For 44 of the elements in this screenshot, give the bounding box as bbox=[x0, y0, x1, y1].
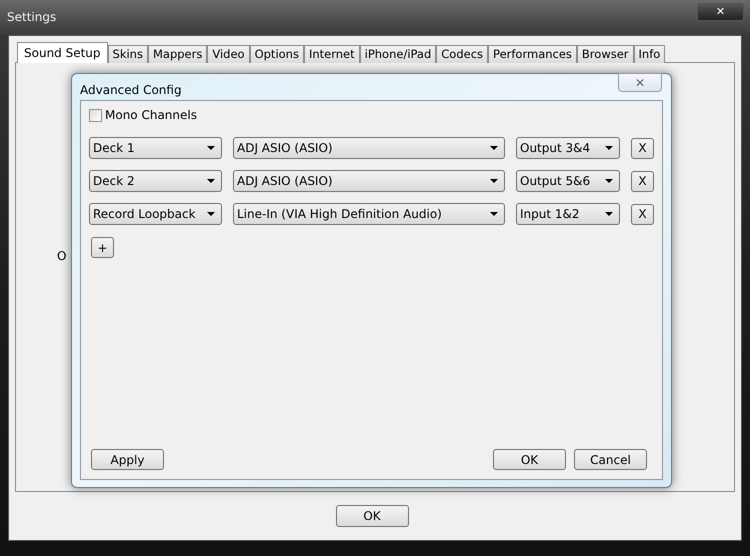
caret-icon bbox=[207, 179, 215, 183]
tab[interactable]: Info bbox=[634, 45, 666, 63]
checkbox-label: Mono Channels bbox=[105, 107, 197, 124]
caret-icon bbox=[605, 179, 613, 183]
caret-icon bbox=[490, 212, 498, 216]
tab[interactable]: Mappers bbox=[148, 45, 208, 63]
device-dropdown[interactable]: ADJ ASIO (ASIO) bbox=[233, 170, 505, 192]
tab[interactable]: Internet bbox=[304, 45, 360, 63]
tab[interactable]: Codecs bbox=[436, 45, 488, 63]
port-dropdown[interactable]: Output 5&6 bbox=[516, 170, 620, 192]
caret-icon bbox=[490, 146, 498, 150]
caret-icon bbox=[605, 146, 613, 150]
device-dropdown[interactable]: Line-In (VIA High Definition Audio) bbox=[233, 203, 505, 225]
remove-button[interactable]: X bbox=[631, 138, 654, 158]
port-dropdown[interactable]: Output 3&4 bbox=[516, 137, 620, 159]
tab[interactable]: Options bbox=[250, 45, 304, 63]
channel-dropdown[interactable]: Deck 1 bbox=[89, 137, 222, 159]
caret-icon bbox=[207, 212, 215, 216]
tab[interactable]: Performances bbox=[488, 45, 577, 63]
tab[interactable]: iPhone/iPad bbox=[360, 45, 436, 63]
dialog-button[interactable]: Cancel bbox=[574, 449, 647, 470]
dialog-title: Advanced Config bbox=[80, 82, 182, 99]
tab[interactable]: Browser bbox=[576, 45, 634, 63]
checkbox[interactable] bbox=[89, 108, 102, 122]
caret-icon bbox=[207, 146, 215, 150]
close-button[interactable]: ✕ bbox=[697, 3, 744, 21]
caret-icon bbox=[490, 179, 498, 183]
remove-button[interactable]: X bbox=[631, 204, 654, 224]
tab[interactable]: Sound Setup bbox=[17, 42, 108, 63]
window-title: Settings bbox=[7, 9, 56, 26]
channel-dropdown[interactable]: Deck 2 bbox=[89, 170, 222, 192]
channel-dropdown[interactable]: Record Loopback bbox=[89, 203, 222, 225]
dialog-button[interactable]: Apply bbox=[91, 449, 164, 470]
dialog-button[interactable]: OK bbox=[493, 449, 566, 470]
ok-button[interactable]: OK bbox=[336, 505, 408, 527]
port-dropdown[interactable]: Input 1&2 bbox=[516, 203, 620, 225]
remove-button[interactable]: X bbox=[631, 170, 654, 192]
tab[interactable]: Video bbox=[207, 45, 250, 63]
tab[interactable]: Skins bbox=[108, 45, 148, 63]
caret-icon bbox=[605, 212, 613, 216]
add-button[interactable]: + bbox=[91, 237, 114, 258]
output-label: O bbox=[57, 249, 66, 263]
device-dropdown[interactable]: ADJ ASIO (ASIO) bbox=[233, 137, 505, 159]
close-button[interactable]: ✕ bbox=[618, 73, 662, 92]
